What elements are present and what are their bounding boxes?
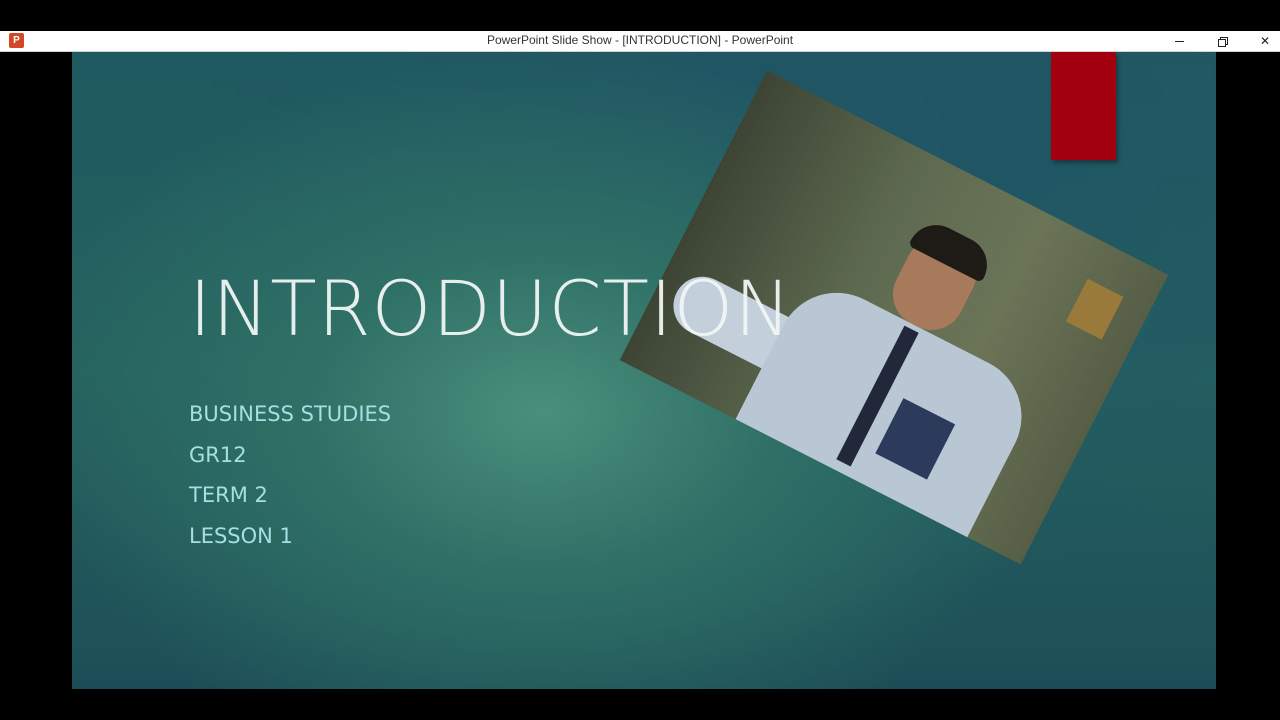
- close-button[interactable]: ✕: [1245, 31, 1280, 51]
- minimize-button[interactable]: [1159, 31, 1199, 51]
- subtitle-line: LESSON 1: [189, 523, 293, 548]
- subtitle-line: TERM 2: [189, 483, 268, 507]
- slide-title: INTRODUCTION: [189, 264, 793, 353]
- wall-picture: [1065, 278, 1124, 340]
- subtitle-line: GR12: [189, 442, 247, 467]
- red-accent-bar: [1051, 52, 1116, 160]
- window-title-bar[interactable]: P PowerPoint Slide Show - [INTRODUCTION]…: [0, 31, 1280, 52]
- minimize-icon: [1174, 41, 1184, 42]
- close-icon: ✕: [1259, 34, 1271, 48]
- slide-subtitle-list: BUSINESS STUDIES GR12 TERM 2 LESSON 1: [189, 399, 391, 561]
- window-title: PowerPoint Slide Show - [INTRODUCTION] -…: [486, 33, 794, 47]
- subtitle-line: BUSINESS STUDIES: [189, 402, 392, 426]
- restore-icon: [1217, 37, 1228, 47]
- restore-button[interactable]: [1202, 31, 1242, 51]
- slide-canvas[interactable]: INTRODUCTION BUSINESS STUDIES GR12 TERM …: [72, 52, 1216, 689]
